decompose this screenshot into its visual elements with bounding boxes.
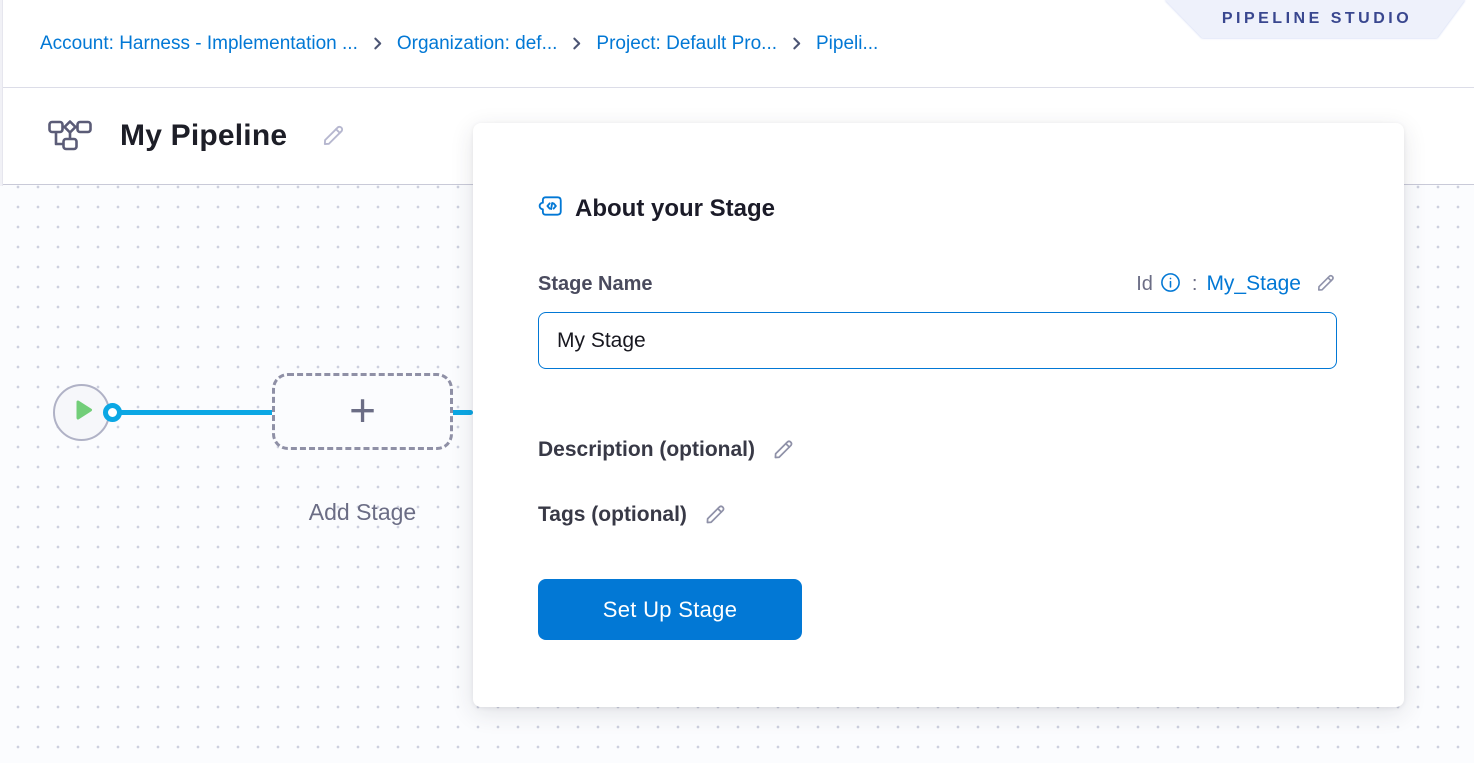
chevron-right-icon <box>790 37 803 50</box>
pipeline-studio-badge: PIPELINE STUDIO <box>1165 0 1465 38</box>
plus-icon: + <box>349 387 376 433</box>
edit-description-button[interactable] <box>770 436 796 465</box>
stage-name-id-row: Stage Name Id : My_Stage <box>538 270 1337 298</box>
breadcrumb-item-account[interactable]: Account: Harness - Implementation ... <box>40 33 358 55</box>
tags-label: Tags (optional) <box>538 503 687 527</box>
panel-title-row: About your Stage <box>538 193 1337 224</box>
pipeline-icon <box>48 117 92 156</box>
breadcrumb-item-project[interactable]: Project: Default Pro... <box>596 33 777 55</box>
pipeline-start-node <box>53 384 110 441</box>
set-up-stage-button[interactable]: Set Up Stage <box>538 579 802 640</box>
breadcrumb-item-pipeline[interactable]: Pipeli... <box>816 33 878 55</box>
pencil-icon <box>319 121 347 152</box>
stage-name-label: Stage Name <box>538 273 653 296</box>
edit-tags-button[interactable] <box>702 501 728 530</box>
pencil-icon <box>770 436 796 465</box>
pipeline-studio-badge-wrap: PIPELINE STUDIO <box>1164 0 1474 40</box>
pencil-icon <box>1314 271 1337 297</box>
stage-id-value: My_Stage <box>1206 272 1301 296</box>
panel-title: About your Stage <box>575 195 775 223</box>
stage-icon <box>538 193 564 224</box>
about-stage-panel: About your Stage Stage Name Id : My_Stag… <box>473 123 1404 707</box>
stage-name-input[interactable] <box>538 312 1337 369</box>
chevron-right-icon <box>570 37 583 50</box>
pencil-icon <box>702 501 728 530</box>
description-row: Description (optional) <box>538 435 1337 465</box>
id-label: Id <box>1136 273 1153 296</box>
info-icon <box>1160 272 1181 296</box>
id-info-button[interactable] <box>1160 272 1181 296</box>
id-separator: : <box>1192 273 1198 296</box>
stage-id-group: Id : My_Stage <box>1136 271 1337 297</box>
left-edge-strip <box>0 0 3 186</box>
chevron-right-icon <box>371 37 384 50</box>
page-title: My Pipeline <box>120 119 287 153</box>
add-stage-label: Add Stage <box>262 499 463 526</box>
edit-stage-id-button[interactable] <box>1314 271 1337 297</box>
node-connector-dot <box>103 403 122 422</box>
breadcrumb-item-organization[interactable]: Organization: def... <box>397 33 558 55</box>
add-stage-button[interactable]: + <box>272 373 453 450</box>
breadcrumb: Account: Harness - Implementation ... Or… <box>40 33 878 55</box>
description-label: Description (optional) <box>538 438 755 462</box>
pipeline-studio-badge-label: PIPELINE STUDIO <box>1218 10 1412 28</box>
edit-pipeline-name-button[interactable] <box>319 121 347 152</box>
tags-row: Tags (optional) <box>538 500 1337 530</box>
play-icon <box>70 399 94 426</box>
